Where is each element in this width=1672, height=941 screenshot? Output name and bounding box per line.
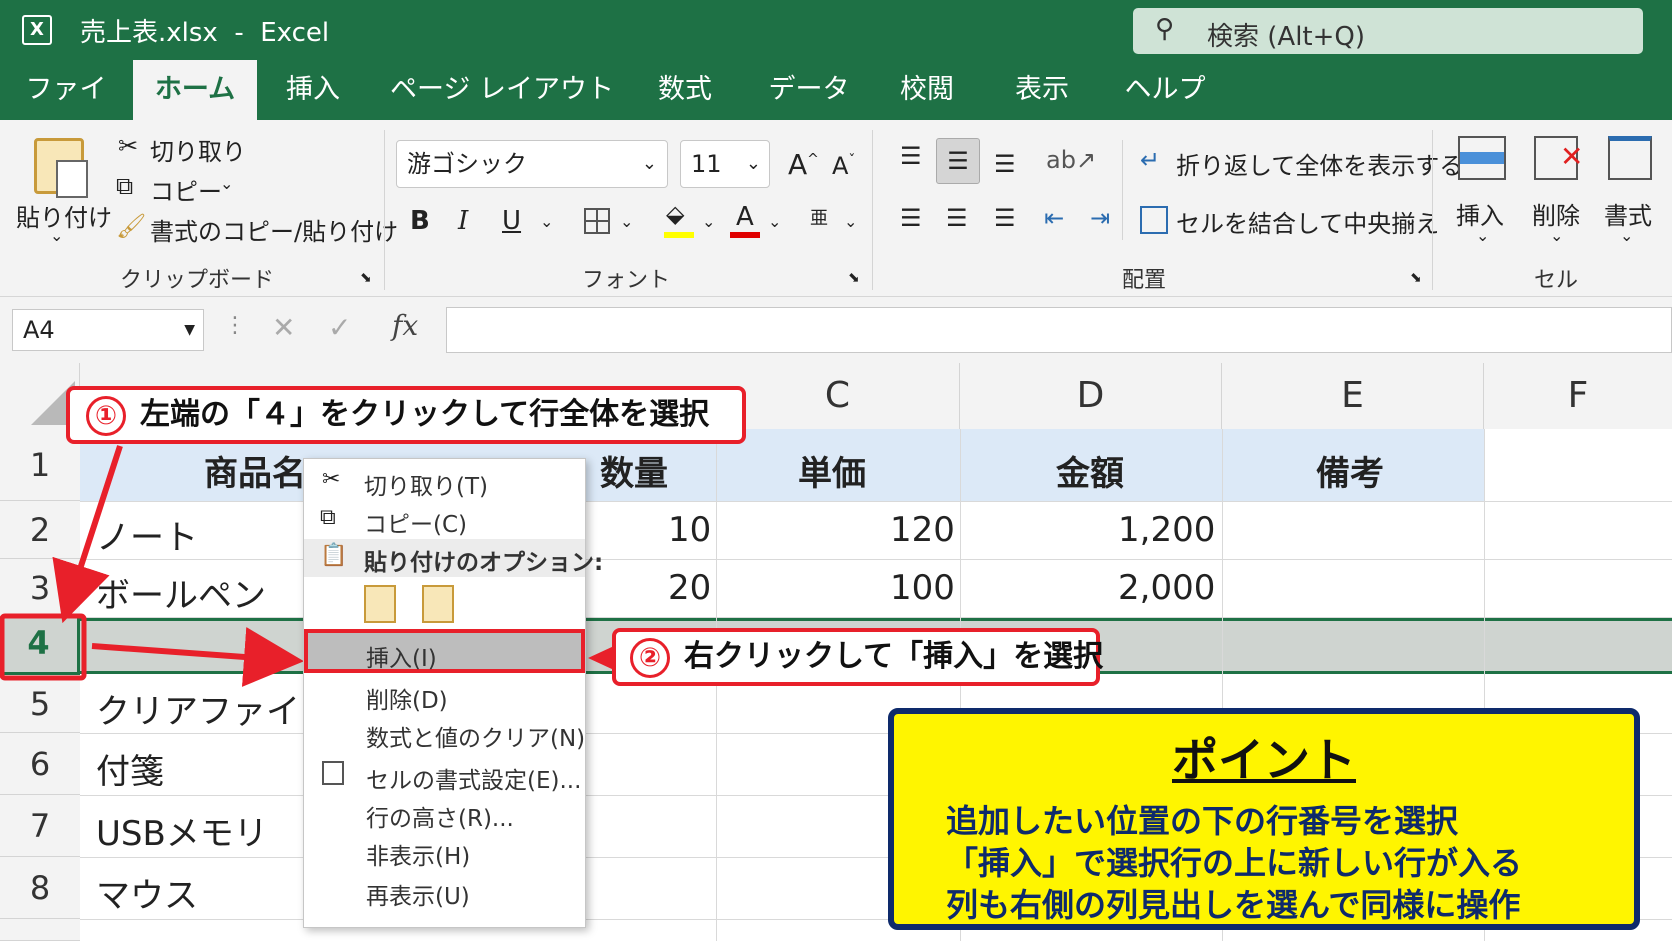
menu-item-unhide[interactable]: 再表示(U) — [366, 877, 470, 911]
step2-number: ② — [630, 637, 670, 678]
format-cells-icon — [322, 761, 344, 785]
step1-number: ① — [86, 395, 126, 436]
paste-option-values-icon[interactable] — [422, 585, 454, 623]
menu-item-format-cells[interactable]: セルの書式設定(E)... — [366, 761, 581, 795]
point-line-2: 「挿入」で選択行の上に新しい行が入る — [946, 844, 1523, 882]
clipboard-icon: 📋 — [320, 543, 348, 568]
row4-highlight-box — [0, 613, 87, 681]
context-menu: ✂ 切り取り(T) ⧉ コピー(C) 📋 貼り付けのオプション: 挿入(I) 削… — [303, 458, 603, 928]
step2-pointer — [588, 646, 614, 670]
point-title: ポイント — [1172, 733, 1356, 787]
menu-item-cut[interactable]: 切り取り(T) — [364, 467, 488, 501]
menu-item-hide[interactable]: 非表示(H) — [366, 837, 470, 871]
step2-text: 右クリックして「挿入」を選択 — [684, 639, 1104, 674]
menu-item-delete[interactable]: 削除(D) — [366, 681, 448, 715]
step1-arrow — [52, 445, 123, 624]
menu-item-copy[interactable]: コピー(C) — [364, 505, 467, 539]
step2-callout: ② 右クリックして「挿入」を選択 — [612, 628, 1104, 686]
point-line-1: 追加したい位置の下の行番号を選択 — [946, 802, 1459, 840]
menu-item-insert[interactable]: 挿入(I) — [366, 639, 437, 673]
point-line-3: 列も右側の列見出しを選んで同様に操作 — [946, 886, 1521, 924]
point-box: ポイント 追加したい位置の下の行番号を選択 「挿入」で選択行の上に新しい行が入る… — [888, 708, 1640, 930]
copy-icon: ⧉ — [320, 505, 336, 530]
paste-options-label: 貼り付けのオプション: — [364, 550, 604, 576]
cut-icon: ✂ — [322, 467, 341, 492]
step1-callout: ① 左端の「４」をクリックして行全体を選択 — [66, 386, 746, 444]
menu-item-clear-contents[interactable]: 数式と値のクリア(N) — [366, 719, 585, 753]
step1-text: 左端の「４」をクリックして行全体を選択 — [140, 397, 710, 432]
step2-arrow — [91, 627, 304, 687]
paste-option-default-icon[interactable] — [364, 585, 396, 623]
menu-item-row-height[interactable]: 行の高さ(R)... — [366, 799, 514, 833]
menu-item-insert-highlight[interactable] — [304, 629, 585, 673]
